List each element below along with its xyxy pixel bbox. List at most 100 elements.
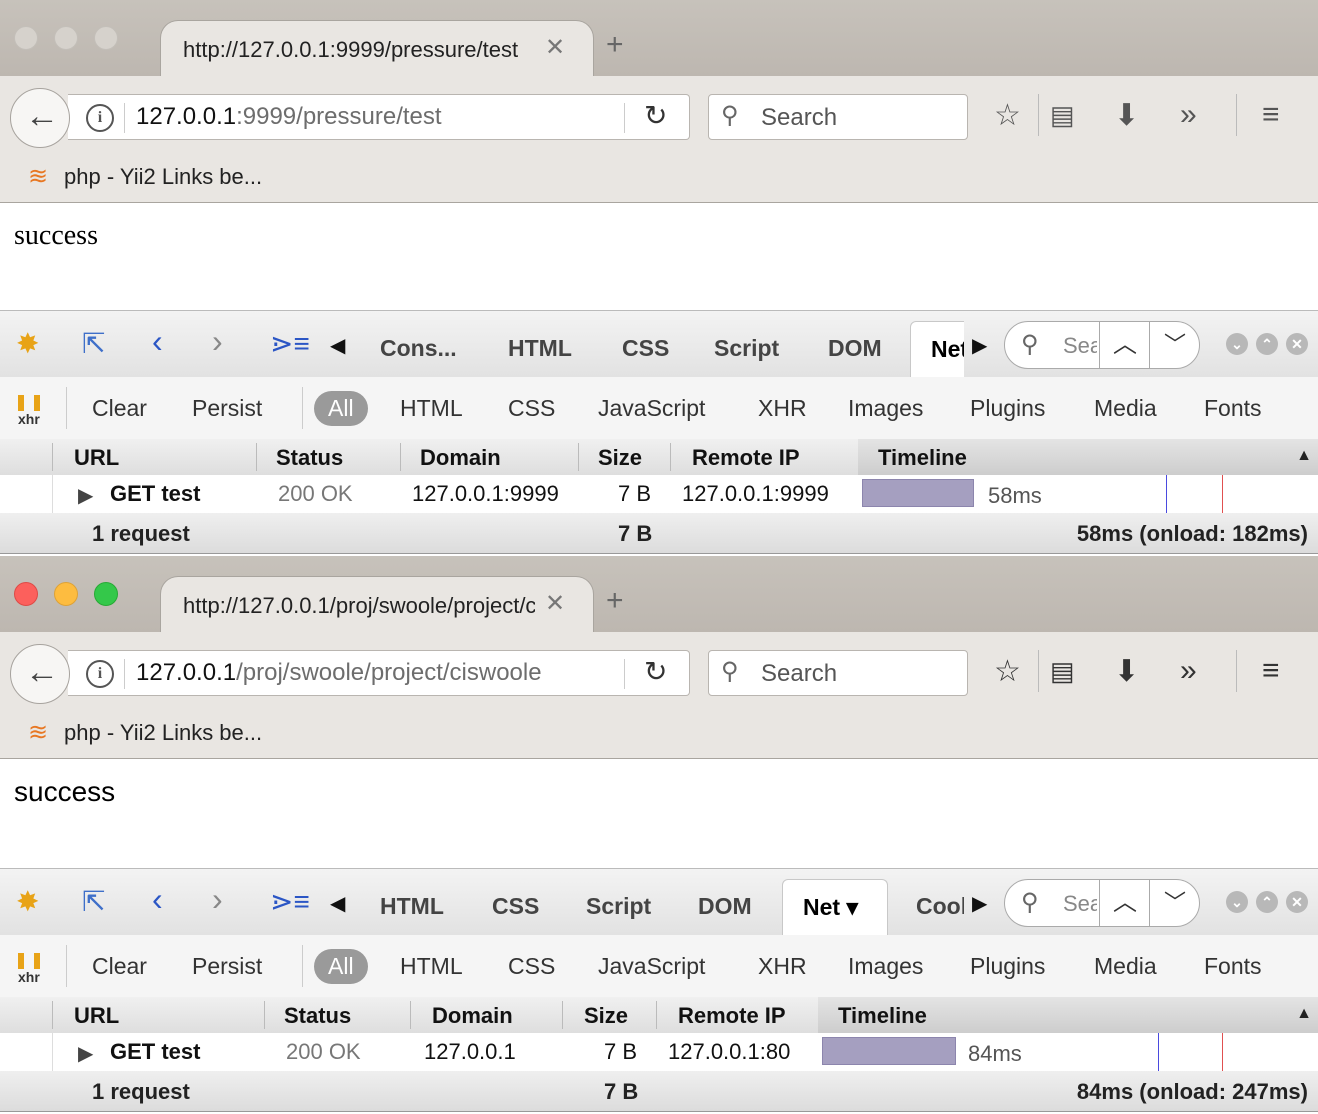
tab-cookies[interactable]: Cool bbox=[916, 893, 964, 920]
column-url[interactable]: URL bbox=[74, 1003, 119, 1029]
zoom-window-button[interactable] bbox=[94, 582, 118, 606]
new-tab-button[interactable]: + bbox=[606, 586, 624, 616]
close-window-button[interactable] bbox=[14, 26, 38, 50]
panels-scroll-left-icon[interactable]: ◀ bbox=[330, 891, 345, 916]
bookmark-star-icon[interactable]: ☆ bbox=[994, 98, 1021, 133]
clear-button[interactable]: Clear bbox=[92, 395, 147, 422]
filter-plugins[interactable]: Plugins bbox=[970, 395, 1045, 422]
reload-icon[interactable]: ↻ bbox=[644, 99, 667, 132]
bookmark-item[interactable]: php - Yii2 Links be... bbox=[64, 164, 262, 190]
filter-fonts[interactable]: Fonts bbox=[1204, 395, 1262, 422]
command-line-icon[interactable]: ⋗≡ bbox=[270, 327, 310, 360]
filter-xhr[interactable]: XHR bbox=[758, 395, 807, 422]
back-button[interactable]: ← bbox=[10, 644, 70, 704]
minimize-window-button[interactable] bbox=[54, 582, 78, 606]
overflow-chevron-icon[interactable]: » bbox=[1180, 98, 1197, 132]
search-previous-button[interactable]: ︿ bbox=[1099, 322, 1150, 368]
url-text[interactable]: 127.0.0.1/proj/swoole/project/ciswoole bbox=[136, 659, 572, 687]
filter-images[interactable]: Images bbox=[848, 395, 923, 422]
forward-chevron-icon[interactable]: › bbox=[212, 881, 223, 918]
detach-firebug-icon[interactable]: ⌃ bbox=[1256, 333, 1278, 355]
column-remote-ip[interactable]: Remote IP bbox=[678, 1003, 786, 1029]
menu-icon[interactable]: ≡ bbox=[1262, 98, 1280, 132]
column-timeline-header[interactable]: Timeline ▲ bbox=[858, 439, 1318, 475]
back-button[interactable]: ← bbox=[10, 88, 70, 148]
tab-html[interactable]: HTML bbox=[380, 893, 444, 920]
table-row[interactable]: ▶ GET test 200 OK 127.0.0.1 7 B 127.0.0.… bbox=[0, 1033, 1318, 1072]
column-status[interactable]: Status bbox=[284, 1003, 351, 1029]
browser-tab[interactable]: http://127.0.0.1/proj/swoole/project/cis… bbox=[160, 576, 594, 635]
firebug-search-input[interactable]: ⚲ Search ︿ ﹀ bbox=[1004, 321, 1200, 369]
filter-images[interactable]: Images bbox=[848, 953, 923, 980]
expand-row-icon[interactable]: ▶ bbox=[78, 483, 93, 508]
search-input[interactable]: ⚲ Search bbox=[708, 94, 968, 140]
overflow-chevron-icon[interactable]: » bbox=[1180, 654, 1197, 688]
tab-net[interactable]: Net ▾ bbox=[782, 879, 888, 935]
search-input[interactable]: ⚲ Search bbox=[708, 650, 968, 696]
filter-fonts[interactable]: Fonts bbox=[1204, 953, 1262, 980]
tab-dom[interactable]: DOM bbox=[828, 335, 882, 362]
search-previous-button[interactable]: ︿ bbox=[1099, 880, 1150, 926]
tab-dom[interactable]: DOM bbox=[698, 893, 752, 920]
column-size[interactable]: Size bbox=[598, 445, 642, 471]
close-tab-icon[interactable]: ✕ bbox=[545, 589, 565, 618]
downloads-icon[interactable]: ⬇ bbox=[1114, 98, 1139, 133]
filter-javascript[interactable]: JavaScript bbox=[598, 395, 705, 422]
column-domain[interactable]: Domain bbox=[432, 1003, 513, 1029]
menu-icon[interactable]: ≡ bbox=[1262, 654, 1280, 688]
detach-firebug-icon[interactable]: ⌃ bbox=[1256, 891, 1278, 913]
filter-plugins[interactable]: Plugins bbox=[970, 953, 1045, 980]
panels-scroll-right-icon[interactable]: ▶ bbox=[972, 891, 987, 916]
filter-html[interactable]: HTML bbox=[400, 953, 463, 980]
tab-script[interactable]: Script bbox=[586, 893, 651, 920]
browser-tab[interactable]: http://127.0.0.1:9999/pressure/test ✕ bbox=[160, 20, 594, 79]
filter-media[interactable]: Media bbox=[1094, 395, 1157, 422]
zoom-window-button[interactable] bbox=[94, 26, 118, 50]
column-status[interactable]: Status bbox=[276, 445, 343, 471]
column-url[interactable]: URL bbox=[74, 445, 119, 471]
command-line-icon[interactable]: ⋗≡ bbox=[270, 885, 310, 918]
filter-all[interactable]: All bbox=[314, 391, 368, 426]
close-window-button[interactable] bbox=[14, 582, 38, 606]
back-chevron-icon[interactable]: ‹ bbox=[152, 323, 163, 360]
persist-button[interactable]: Persist bbox=[192, 395, 262, 422]
inspect-element-icon[interactable]: ⇱ bbox=[82, 327, 105, 360]
firebug-logo-icon[interactable]: ✸ bbox=[16, 885, 39, 918]
bookmark-item[interactable]: php - Yii2 Links be... bbox=[64, 720, 262, 746]
reading-list-icon[interactable]: ▤ bbox=[1050, 100, 1075, 131]
info-icon[interactable]: i bbox=[86, 660, 114, 688]
downloads-icon[interactable]: ⬇ bbox=[1114, 654, 1139, 689]
url-bar[interactable]: i 127.0.0.1/proj/swoole/project/ciswoole… bbox=[68, 650, 690, 696]
tab-script[interactable]: Script bbox=[714, 335, 779, 362]
filter-css[interactable]: CSS bbox=[508, 953, 555, 980]
xhr-pause-icon[interactable]: xhr bbox=[16, 395, 44, 427]
table-row[interactable]: ▶ GET test 200 OK 127.0.0.1:9999 7 B 127… bbox=[0, 475, 1318, 514]
search-next-button[interactable]: ﹀ bbox=[1149, 880, 1200, 926]
persist-button[interactable]: Persist bbox=[192, 953, 262, 980]
url-text[interactable]: 127.0.0.1:9999/pressure/test bbox=[136, 103, 576, 131]
tab-net[interactable]: Net bbox=[910, 321, 964, 377]
bookmark-star-icon[interactable]: ☆ bbox=[994, 654, 1021, 689]
filter-all[interactable]: All bbox=[314, 949, 368, 984]
expand-row-icon[interactable]: ▶ bbox=[78, 1041, 93, 1066]
back-chevron-icon[interactable]: ‹ bbox=[152, 881, 163, 918]
forward-chevron-icon[interactable]: › bbox=[212, 323, 223, 360]
firebug-logo-icon[interactable]: ✸ bbox=[16, 327, 39, 360]
column-remote-ip[interactable]: Remote IP bbox=[692, 445, 800, 471]
info-icon[interactable]: i bbox=[86, 104, 114, 132]
tab-html[interactable]: HTML bbox=[508, 335, 572, 362]
reload-icon[interactable]: ↻ bbox=[644, 655, 667, 688]
filter-javascript[interactable]: JavaScript bbox=[598, 953, 705, 980]
panels-scroll-left-icon[interactable]: ◀ bbox=[330, 333, 345, 358]
xhr-pause-icon[interactable]: xhr bbox=[16, 953, 44, 985]
filter-xhr[interactable]: XHR bbox=[758, 953, 807, 980]
url-bar[interactable]: i 127.0.0.1:9999/pressure/test ↻ bbox=[68, 94, 690, 140]
tab-css[interactable]: CSS bbox=[622, 335, 669, 362]
filter-html[interactable]: HTML bbox=[400, 395, 463, 422]
panels-scroll-right-icon[interactable]: ▶ bbox=[972, 333, 987, 358]
firebug-search-input[interactable]: ⚲ Search ︿ ﹀ bbox=[1004, 879, 1200, 927]
column-timeline-header[interactable]: Timeline ▲ bbox=[818, 997, 1318, 1033]
close-firebug-icon[interactable]: ✕ bbox=[1286, 333, 1308, 355]
filter-css[interactable]: CSS bbox=[508, 395, 555, 422]
search-next-button[interactable]: ﹀ bbox=[1149, 322, 1200, 368]
